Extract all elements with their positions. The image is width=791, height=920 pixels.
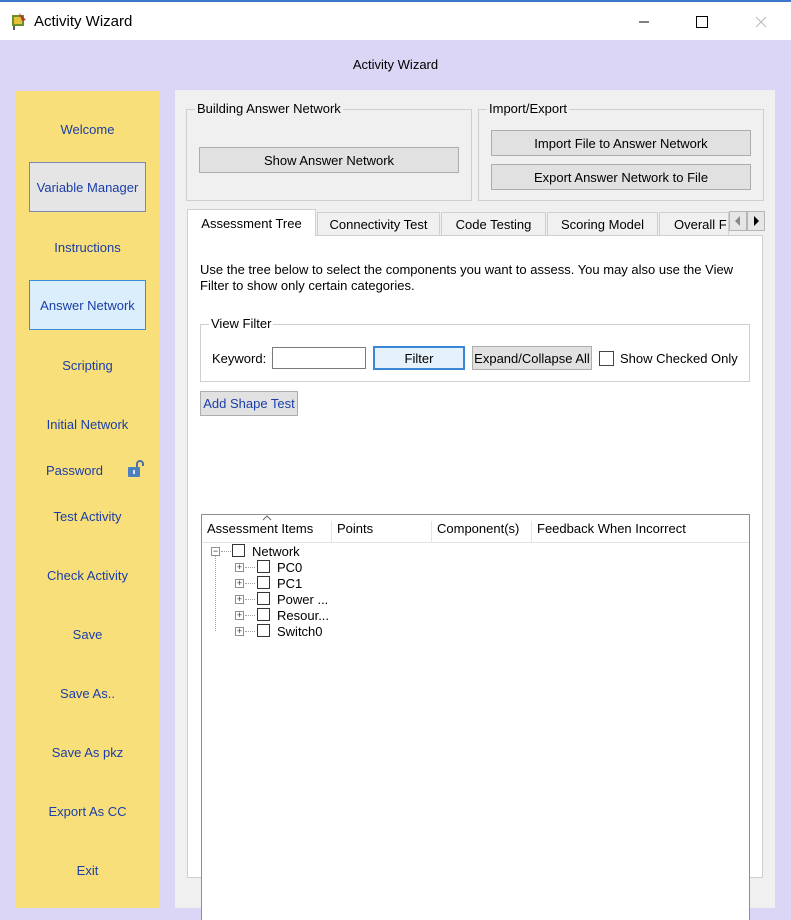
add-shape-test-button[interactable]: Add Shape Test	[200, 391, 298, 416]
sidebar-item-welcome[interactable]: Welcome	[16, 122, 159, 137]
close-icon	[755, 16, 767, 28]
expand-collapse-all-button[interactable]: Expand/Collapse All	[472, 346, 592, 370]
sidebar-item-save-as[interactable]: Save As..	[16, 686, 159, 701]
column-feedback[interactable]: Feedback When Incorrect	[532, 521, 732, 543]
sidebar-item-check-activity[interactable]: Check Activity	[16, 568, 159, 583]
tab-scroll-right-button[interactable]	[747, 211, 765, 231]
view-filter-group: View Filter Keyword: Filter Expand/Colla…	[200, 316, 750, 382]
window-title: Activity Wizard	[34, 13, 133, 30]
main-panel-content: Building Answer Network Show Answer Netw…	[175, 90, 775, 920]
tab-assessment-tree[interactable]: Assessment Tree	[187, 209, 316, 236]
tree-connector	[245, 615, 255, 616]
resources-checkbox[interactable]	[257, 608, 270, 621]
tree-connector	[245, 599, 255, 600]
tree-node-pc0[interactable]: PC0	[277, 559, 302, 575]
import-export-group: Import/Export Import File to Answer Netw…	[478, 101, 764, 201]
import-export-title: Import/Export	[487, 101, 570, 116]
minimize-button[interactable]	[621, 8, 667, 36]
expand-pc1-toggle[interactable]: +	[235, 579, 244, 588]
sidebar-item-save[interactable]: Save	[16, 627, 159, 642]
sidebar-item-initial-network[interactable]: Initial Network	[16, 417, 159, 432]
show-checked-only-label: Show Checked Only	[620, 351, 738, 366]
app-icon	[12, 13, 26, 30]
tree-connector	[245, 583, 255, 584]
tab-code-testing[interactable]: Code Testing	[441, 212, 546, 235]
network-checkbox[interactable]	[232, 544, 245, 557]
sidebar-item-scripting[interactable]: Scripting	[16, 358, 159, 373]
column-points[interactable]: Points	[332, 521, 432, 543]
sidebar-item-test-activity[interactable]: Test Activity	[16, 509, 159, 524]
show-answer-network-button[interactable]: Show Answer Network	[199, 147, 459, 173]
building-answer-network-group: Building Answer Network Show Answer Netw…	[186, 101, 472, 201]
tree-node-pc1[interactable]: PC1	[277, 575, 302, 591]
expand-switch0-toggle[interactable]: +	[235, 627, 244, 636]
collapse-network-toggle[interactable]: −	[211, 547, 220, 556]
switch0-checkbox[interactable]	[257, 624, 270, 637]
pc1-checkbox[interactable]	[257, 576, 270, 589]
instructions-text: Use the tree below to select the compone…	[200, 262, 734, 293]
minimize-icon	[639, 21, 649, 23]
maximize-icon	[696, 16, 708, 28]
sidebar: Welcome Variable Manager Instructions An…	[16, 91, 159, 908]
sidebar-item-password[interactable]: Password	[16, 463, 133, 478]
assessment-tree-page: Use the tree below to select the compone…	[187, 235, 763, 920]
tab-connectivity-test[interactable]: Connectivity Test	[317, 212, 440, 235]
export-network-button[interactable]: Export Answer Network to File	[491, 164, 751, 190]
unlock-icon[interactable]	[126, 460, 146, 478]
expand-resources-toggle[interactable]: +	[235, 611, 244, 620]
tree-connector	[245, 567, 255, 568]
sidebar-item-save-as-pkz[interactable]: Save As pkz	[16, 745, 159, 760]
sidebar-item-instructions[interactable]: Instructions	[16, 240, 159, 255]
pc0-checkbox[interactable]	[257, 560, 270, 573]
column-assessment-items[interactable]: Assessment Items	[202, 521, 332, 543]
tree-node-resources[interactable]: Resour...	[277, 607, 329, 623]
tree-node-network[interactable]: Network	[252, 543, 300, 559]
chevron-right-icon	[754, 216, 759, 226]
expand-pc0-toggle[interactable]: +	[235, 563, 244, 572]
chevron-left-icon	[735, 216, 740, 226]
wizard-header: Activity Wizard	[352, 57, 439, 72]
sidebar-item-variable-manager[interactable]: Variable Manager	[29, 162, 146, 212]
tree-connector	[245, 631, 255, 632]
power-checkbox[interactable]	[257, 592, 270, 605]
close-button[interactable]	[738, 8, 784, 36]
column-components[interactable]: Component(s)	[432, 521, 532, 543]
building-answer-network-title: Building Answer Network	[195, 101, 343, 116]
expand-power-toggle[interactable]: +	[235, 595, 244, 604]
view-filter-title: View Filter	[209, 316, 274, 331]
tree-node-switch0[interactable]: Switch0	[277, 623, 323, 639]
tree-connector	[215, 555, 216, 631]
maximize-button[interactable]	[679, 8, 725, 36]
import-file-button[interactable]: Import File to Answer Network	[491, 130, 751, 156]
main-panel: Building Answer Network Show Answer Netw…	[175, 90, 775, 920]
tab-scoring-model[interactable]: Scoring Model	[547, 212, 658, 235]
sidebar-item-exit[interactable]: Exit	[16, 863, 159, 878]
sidebar-item-export-as-cc[interactable]: Export As CC	[16, 804, 159, 819]
sidebar-item-answer-network[interactable]: Answer Network	[29, 280, 146, 330]
keyword-input[interactable]	[272, 347, 366, 369]
tab-bar: Assessment Tree Connectivity Test Code T…	[187, 209, 765, 236]
assessment-tree: Assessment Items Points Component(s) Fee…	[201, 514, 750, 920]
title-bar: Activity Wizard	[0, 0, 791, 40]
filter-button[interactable]: Filter	[373, 346, 465, 370]
keyword-label: Keyword:	[212, 351, 267, 366]
tree-connector	[221, 551, 231, 552]
show-checked-only-checkbox[interactable]	[599, 351, 614, 366]
tree-header: Assessment Items Points Component(s) Fee…	[202, 515, 749, 543]
tree-node-power[interactable]: Power ...	[277, 591, 328, 607]
tab-overall-feedback[interactable]: Overall F	[659, 212, 729, 235]
tab-scroll-left-button[interactable]	[729, 211, 747, 231]
